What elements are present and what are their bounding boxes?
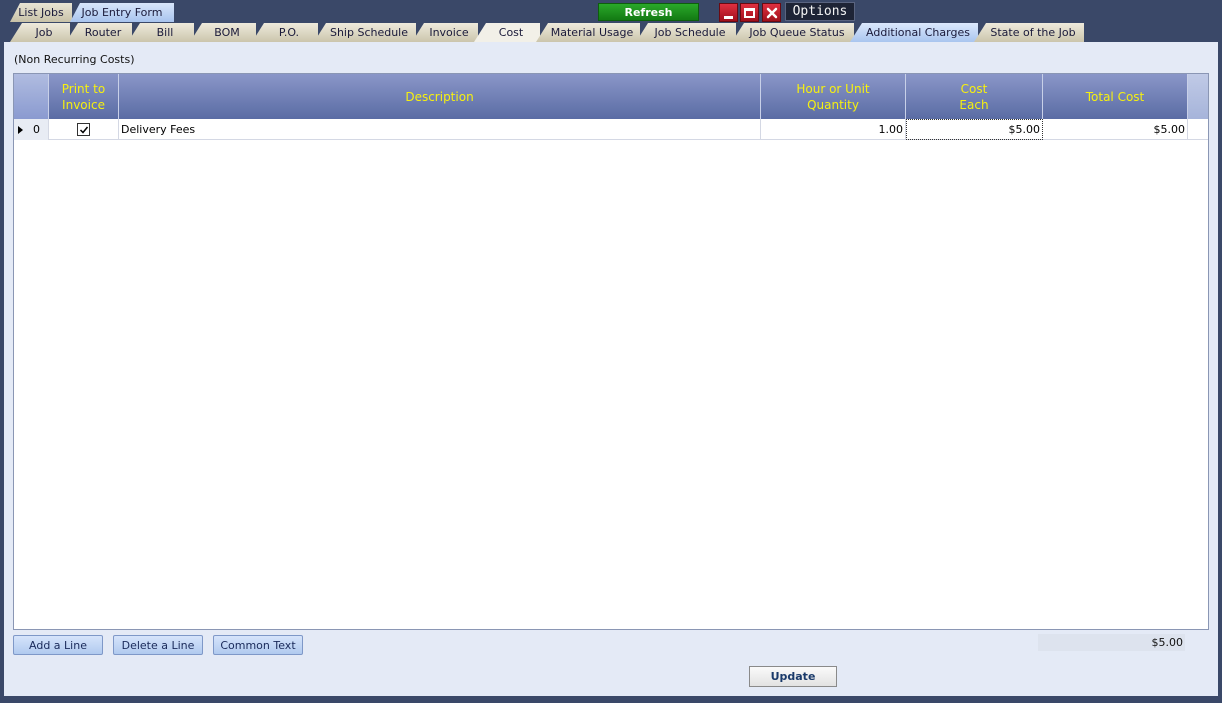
additional-charges-panel: (Non Recurring Costs) Print to Invoice D… xyxy=(4,42,1218,696)
update-button[interactable]: Update xyxy=(749,666,837,687)
title-bar: List Jobs Job Entry Form Refresh Options xyxy=(0,0,1222,22)
tab-job-entry-form[interactable]: Job Entry Form xyxy=(70,3,174,22)
row-selector-arrow-icon xyxy=(18,125,23,134)
minimize-button[interactable] xyxy=(719,3,738,22)
column-header-quantity[interactable]: Hour or Unit Quantity xyxy=(761,74,906,119)
tab-bill[interactable]: Bill xyxy=(128,23,194,42)
cell-total-cost: $5.00 xyxy=(1043,119,1188,140)
column-header-filler xyxy=(1188,74,1208,119)
common-text-button[interactable]: Common Text xyxy=(213,635,303,655)
row-index: 0 xyxy=(33,123,40,136)
tab-material-usage[interactable]: Material Usage xyxy=(536,23,640,42)
maximize-icon xyxy=(744,7,755,18)
close-icon xyxy=(766,7,777,18)
delete-line-button[interactable]: Delete a Line xyxy=(113,635,203,655)
column-header-cost-each[interactable]: Cost Each xyxy=(906,74,1043,119)
charges-grid[interactable]: Print to Invoice Description Hour or Uni… xyxy=(13,73,1209,630)
refresh-button[interactable]: Refresh xyxy=(598,3,699,21)
tab-po[interactable]: P.O. xyxy=(252,23,318,42)
grand-total: $5.00 xyxy=(1038,634,1185,651)
section-label: (Non Recurring Costs) xyxy=(14,53,135,66)
options-button[interactable]: Options xyxy=(785,2,855,21)
cell-quantity[interactable]: 1.00 xyxy=(761,119,906,140)
tab-router[interactable]: Router xyxy=(66,23,132,42)
tab-state-of-the-job[interactable]: State of the Job xyxy=(974,23,1084,42)
job-tab-strip: Job Router Bill BOM P.O. Ship Schedule I… xyxy=(4,22,1218,42)
row-header[interactable]: 0 xyxy=(14,119,49,140)
check-icon xyxy=(79,126,88,134)
grid-header: Print to Invoice Description Hour or Uni… xyxy=(14,74,1208,119)
tab-additional-charges[interactable]: Additional Charges xyxy=(850,23,978,42)
tab-job[interactable]: Job xyxy=(10,23,70,42)
minimize-icon xyxy=(724,15,733,19)
column-header-description[interactable]: Description xyxy=(119,74,761,119)
tab-job-schedule[interactable]: Job Schedule xyxy=(636,23,736,42)
tab-cost[interactable]: Cost xyxy=(474,23,540,42)
tab-invoice[interactable]: Invoice xyxy=(412,23,478,42)
row-header-corner xyxy=(14,74,49,119)
print-to-invoice-checkbox[interactable] xyxy=(77,123,90,136)
tab-list-jobs[interactable]: List Jobs xyxy=(10,3,72,22)
cell-description[interactable]: Delivery Fees xyxy=(119,119,761,140)
cell-cost-each[interactable]: $5.00 xyxy=(906,119,1043,140)
tab-ship-schedule[interactable]: Ship Schedule xyxy=(314,23,416,42)
close-button[interactable] xyxy=(762,3,781,22)
tab-bom[interactable]: BOM xyxy=(190,23,256,42)
maximize-button[interactable] xyxy=(740,3,759,22)
cell-print-to-invoice[interactable] xyxy=(49,119,119,140)
add-line-button[interactable]: Add a Line xyxy=(13,635,103,655)
tab-job-queue-status[interactable]: Job Queue Status xyxy=(732,23,854,42)
column-header-print-to-invoice[interactable]: Print to Invoice xyxy=(49,74,119,119)
table-row[interactable]: 0 Delivery Fees 1.00 $5.00 $5.00 xyxy=(14,119,1208,140)
column-header-total-cost[interactable]: Total Cost xyxy=(1043,74,1188,119)
